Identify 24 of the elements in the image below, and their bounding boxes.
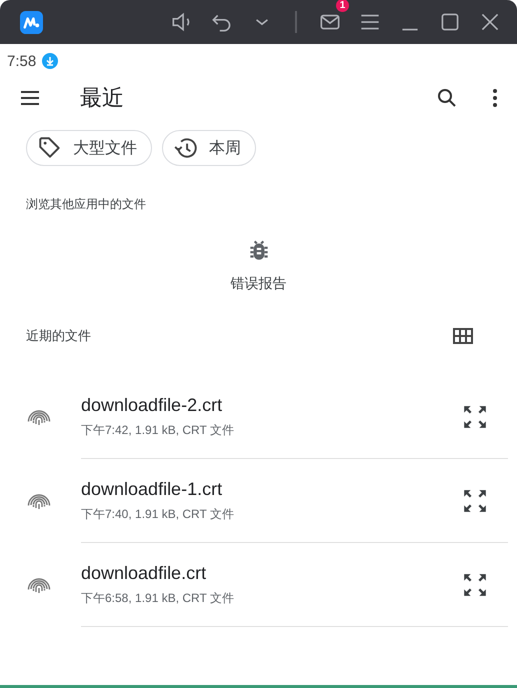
more-icon[interactable]	[491, 86, 499, 110]
section-heading: 浏览其他应用中的文件	[25, 196, 147, 213]
file-details: 下午7:40, 1.91 kB, CRT 文件	[81, 506, 235, 523]
file-row[interactable]: downloadfile-2.crt 下午7:42, 1.91 kB, CRT 文件	[0, 375, 517, 459]
file-details: 下午7:42, 1.91 kB, CRT 文件	[81, 422, 235, 439]
app-logo-icon	[20, 10, 43, 34]
grid-view-icon[interactable]	[453, 328, 473, 344]
file-row[interactable]: downloadfile.crt 下午6:58, 1.91 kB, CRT 文件	[0, 543, 517, 627]
page-title: 最近	[80, 84, 124, 112]
download-icon	[42, 53, 58, 69]
expand-icon[interactable]	[462, 572, 488, 598]
file-name: downloadfile-1.crt	[81, 479, 224, 500]
expand-icon[interactable]	[462, 404, 488, 430]
file-name: downloadfile.crt	[81, 563, 208, 584]
file-details: 下午6:58, 1.91 kB, CRT 文件	[81, 590, 235, 607]
notification-badge: 1	[336, 0, 349, 12]
filter-chip[interactable]: 本周	[162, 130, 256, 166]
file-name: downloadfile-2.crt	[81, 395, 224, 416]
filter-chip[interactable]: 大型文件	[26, 130, 152, 166]
expand-icon[interactable]	[462, 488, 488, 514]
file-row[interactable]: downloadfile-1.crt 下午7:40, 1.91 kB, CRT 文件	[0, 459, 517, 543]
app-label[interactable]: 错误报告	[230, 275, 286, 293]
section-heading: 近期的文件	[26, 327, 91, 345]
status-time: 7:58	[7, 52, 36, 70]
